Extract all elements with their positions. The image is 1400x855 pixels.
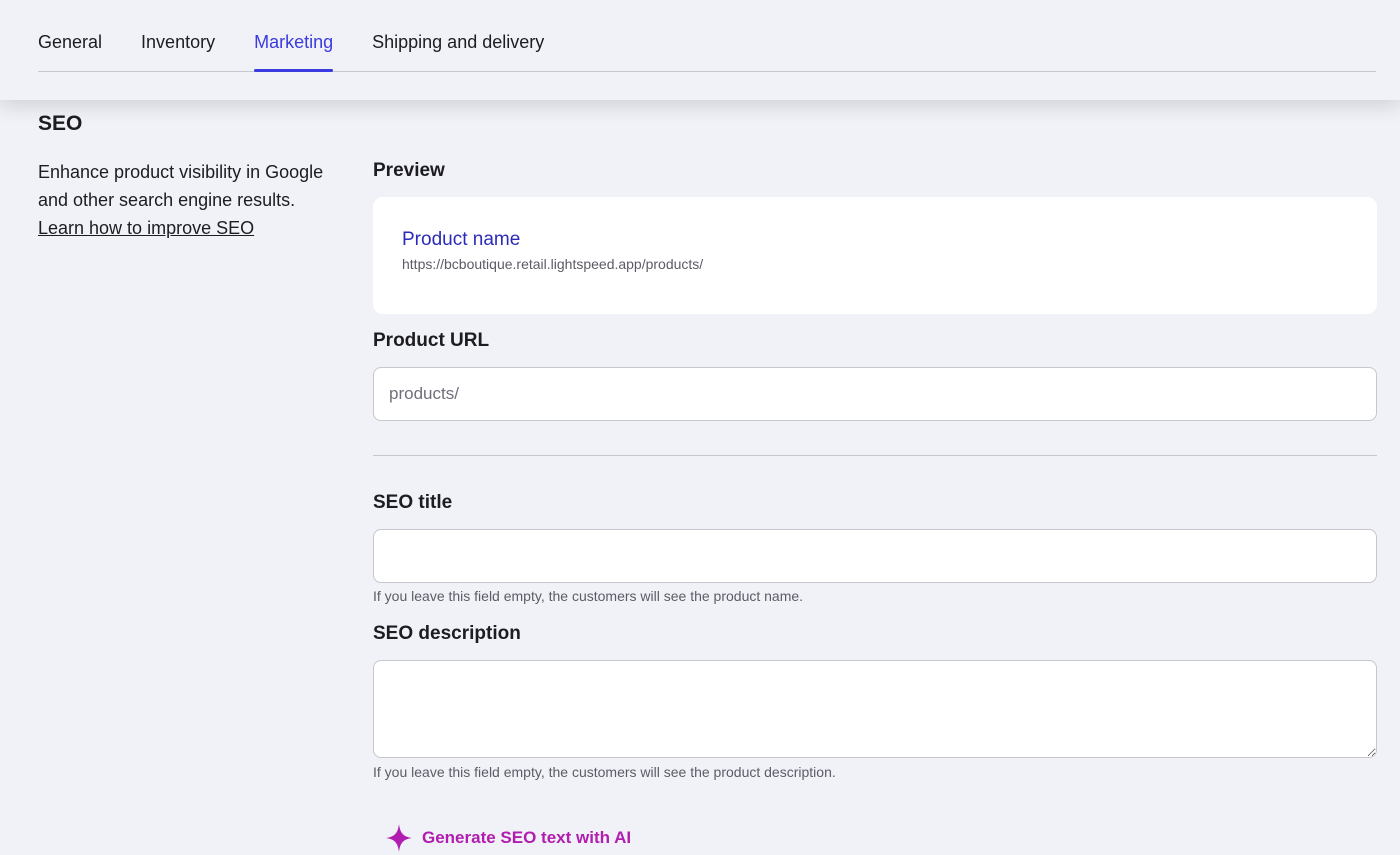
product-url-input[interactable] <box>373 367 1377 421</box>
preview-label: Preview <box>373 160 445 181</box>
divider <box>373 455 1377 456</box>
preview-url: https://bcboutique.retail.lightspeed.app… <box>402 256 704 272</box>
generate-seo-ai-label: Generate SEO text with AI <box>422 828 632 847</box>
seo-preview-card: Product name https://bcboutique.retail.l… <box>373 197 1377 314</box>
seo-title-hint: If you leave this field empty, the custo… <box>373 588 804 604</box>
seo-description-textarea[interactable] <box>373 660 1377 758</box>
tab-marketing[interactable]: Marketing <box>254 32 334 72</box>
tabs: General Inventory Marketing Shipping and… <box>38 0 1376 72</box>
section-title: SEO <box>38 112 83 135</box>
tab-shipping-and-delivery[interactable]: Shipping and delivery <box>372 32 544 71</box>
preview-product-name: Product name <box>402 229 521 250</box>
tab-general[interactable]: General <box>38 32 102 71</box>
tab-bar: General Inventory Marketing Shipping and… <box>0 0 1400 100</box>
tab-inventory[interactable]: Inventory <box>141 32 215 71</box>
section-description: Enhance product visibility in Google and… <box>38 162 324 210</box>
generate-seo-ai-button[interactable]: Generate SEO text with AI <box>386 824 631 852</box>
seo-description-hint: If you leave this field empty, the custo… <box>373 764 836 780</box>
sparkle-icon <box>386 824 412 852</box>
seo-title-input[interactable] <box>373 529 1377 583</box>
learn-seo-link[interactable]: Learn how to improve SEO <box>38 214 254 242</box>
product-url-label: Product URL <box>373 330 490 351</box>
seo-title-label: SEO title <box>373 492 453 513</box>
seo-description-label: SEO description <box>373 623 521 644</box>
